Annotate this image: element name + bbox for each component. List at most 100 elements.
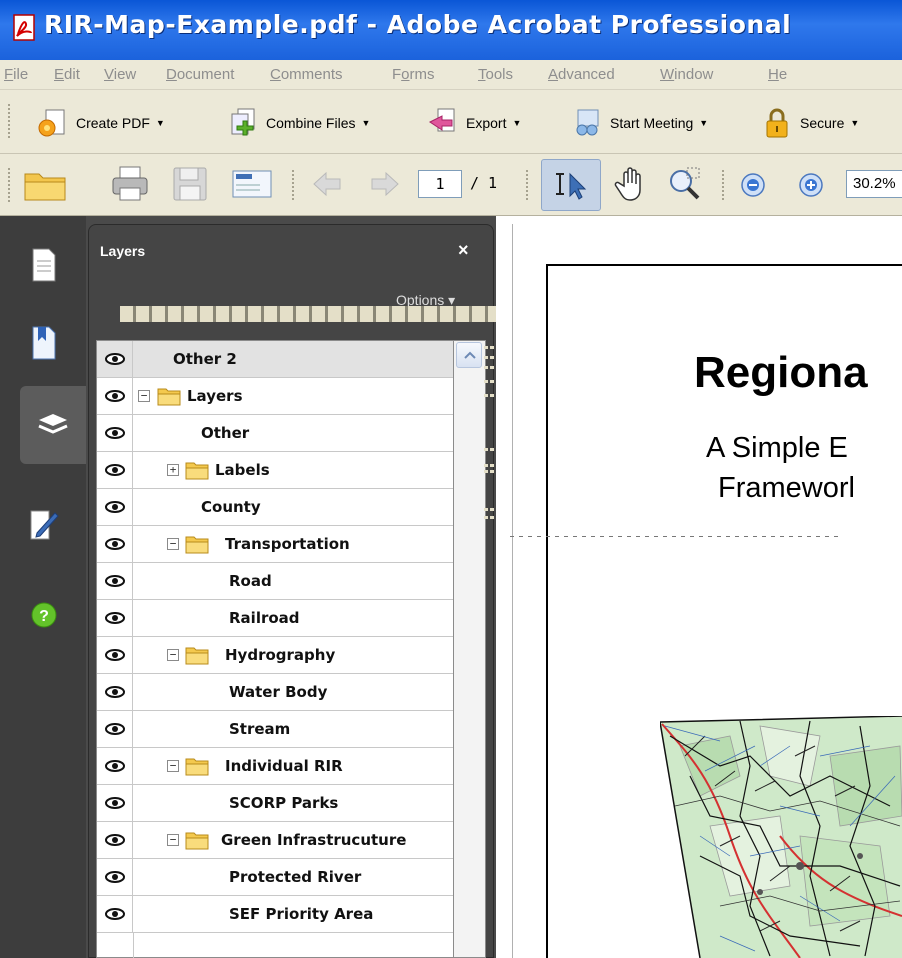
visibility-toggle[interactable] <box>97 785 133 821</box>
layer-row-hydrography[interactable]: − Hydrography <box>97 637 453 674</box>
layer-row-stream[interactable]: Stream <box>97 711 453 748</box>
layer-label: Railroad <box>229 609 300 627</box>
export-button[interactable]: Export ▼ <box>426 108 521 136</box>
title-bar: RIR-Map-Example.pdf - Adobe Acrobat Prof… <box>0 0 902 60</box>
collapse-toggle[interactable]: − <box>167 649 179 661</box>
layers-icon <box>38 414 68 434</box>
visibility-toggle[interactable] <box>97 896 133 932</box>
layer-row-protected-river[interactable]: Protected River <box>97 859 453 896</box>
menu-advanced[interactable]: Advanced <box>548 66 615 83</box>
toolbar-grip[interactable] <box>8 168 12 202</box>
start-meeting-button[interactable]: Start Meeting ▼ <box>570 109 708 136</box>
zoom-marquee-icon[interactable] <box>664 164 704 204</box>
zoom-in-icon[interactable] <box>796 170 826 200</box>
layer-row-transportation[interactable]: − Transportation <box>97 526 453 563</box>
visibility-toggle[interactable] <box>97 637 133 673</box>
pages-icon <box>32 248 56 282</box>
toolbar-grip[interactable] <box>8 104 12 138</box>
layer-row-water-body[interactable]: Water Body <box>97 674 453 711</box>
combine-files-icon <box>231 108 255 136</box>
menu-file[interactable]: File <box>4 66 28 83</box>
zoom-out-icon[interactable] <box>738 170 768 200</box>
layer-row-layers[interactable]: − Layers <box>97 378 453 415</box>
visibility-toggle[interactable] <box>97 378 133 414</box>
eye-icon <box>105 908 125 920</box>
visibility-toggle[interactable] <box>97 600 133 636</box>
layer-row-sef-priority-area[interactable]: SEF Priority Area <box>97 896 453 933</box>
menu-view[interactable]: View <box>104 66 136 83</box>
svg-text:?: ? <box>39 608 49 625</box>
layer-list-scrollbar[interactable] <box>454 340 486 958</box>
layer-label: Labels <box>215 461 270 479</box>
page-number-input[interactable]: 1 <box>418 170 462 198</box>
eye-icon <box>105 686 125 698</box>
menu-document[interactable]: Document <box>166 66 234 83</box>
visibility-toggle[interactable] <box>97 859 133 895</box>
chevron-down-icon: ▼ <box>155 118 165 128</box>
close-icon[interactable]: × <box>458 240 469 261</box>
previous-page-icon[interactable] <box>310 168 344 200</box>
layer-row-other[interactable]: Other <box>97 415 453 452</box>
signature-pen-icon <box>30 510 59 540</box>
bookmarks-icon <box>32 326 56 360</box>
pdf-app-icon <box>13 14 35 41</box>
visibility-toggle[interactable] <box>97 674 133 710</box>
layer-row-county[interactable]: County <box>97 489 453 526</box>
visibility-toggle[interactable] <box>97 822 133 858</box>
visibility-toggle[interactable] <box>97 489 133 525</box>
visibility-toggle[interactable] <box>97 341 133 377</box>
help-button[interactable]: ? <box>6 576 82 654</box>
visibility-toggle[interactable] <box>97 415 133 451</box>
expand-toggle[interactable]: + <box>167 464 179 476</box>
print-icon[interactable] <box>110 164 150 204</box>
layer-row-other-2[interactable]: Other 2 <box>97 341 453 378</box>
signatures-panel-button[interactable] <box>6 486 82 564</box>
create-pdf-button[interactable]: Create PDF ▼ <box>36 109 165 137</box>
hand-tool-icon[interactable] <box>612 164 652 204</box>
chevron-down-icon: ▼ <box>361 118 371 128</box>
layer-label: Water Body <box>229 683 328 701</box>
collapse-toggle[interactable]: − <box>138 390 150 402</box>
layer-row-scorp-parks[interactable]: SCORP Parks <box>97 785 453 822</box>
next-page-icon[interactable] <box>368 168 402 200</box>
layers-panel-button[interactable] <box>20 386 86 464</box>
combine-files-button[interactable]: Combine Files ▼ <box>226 108 371 136</box>
help-icon: ? <box>31 602 57 628</box>
scroll-up-button[interactable] <box>456 342 482 368</box>
eye-icon <box>105 538 125 550</box>
layer-row-railroad[interactable]: Railroad <box>97 600 453 637</box>
menu-tools[interactable]: Tools <box>478 66 513 83</box>
save-icon[interactable] <box>170 164 210 204</box>
collapse-toggle[interactable]: − <box>167 834 179 846</box>
menu-edit[interactable]: Edit <box>54 66 80 83</box>
layer-label: SEF Priority Area <box>229 905 374 923</box>
menu-window[interactable]: Window <box>660 66 713 83</box>
layer-row-individual-rir[interactable]: − Individual RIR <box>97 748 453 785</box>
secure-button[interactable]: Secure ▼ <box>760 108 859 138</box>
panel-title: Layers <box>100 243 146 259</box>
visibility-toggle[interactable] <box>97 563 133 599</box>
open-folder-icon[interactable] <box>22 166 68 204</box>
menu-help[interactable]: He <box>768 66 787 83</box>
layer-row-road[interactable]: Road <box>97 563 453 600</box>
menu-comments[interactable]: Comments <box>270 66 343 83</box>
eye-icon <box>105 760 125 772</box>
visibility-toggle[interactable] <box>97 711 133 747</box>
email-icon[interactable] <box>230 164 274 204</box>
collapse-toggle[interactable]: − <box>167 760 179 772</box>
layer-label: Road <box>229 572 272 590</box>
dashed-guide-line <box>510 536 840 537</box>
menu-forms[interactable]: Forms <box>392 66 435 83</box>
zoom-level-input[interactable]: 30.2% <box>846 170 902 198</box>
collapse-toggle[interactable]: − <box>167 538 179 550</box>
layer-label: Stream <box>229 720 291 738</box>
bookmarks-panel-button[interactable] <box>6 304 82 382</box>
visibility-toggle[interactable] <box>97 452 133 488</box>
eye-icon <box>105 649 125 661</box>
visibility-toggle[interactable] <box>97 526 133 562</box>
layer-row-green-infrastructure[interactable]: − Green Infrastrucuture <box>97 822 453 859</box>
pages-panel-button[interactable] <box>6 226 82 304</box>
layer-row-labels[interactable]: + Labels <box>97 452 453 489</box>
visibility-toggle[interactable] <box>97 748 133 784</box>
eye-icon <box>105 575 125 587</box>
